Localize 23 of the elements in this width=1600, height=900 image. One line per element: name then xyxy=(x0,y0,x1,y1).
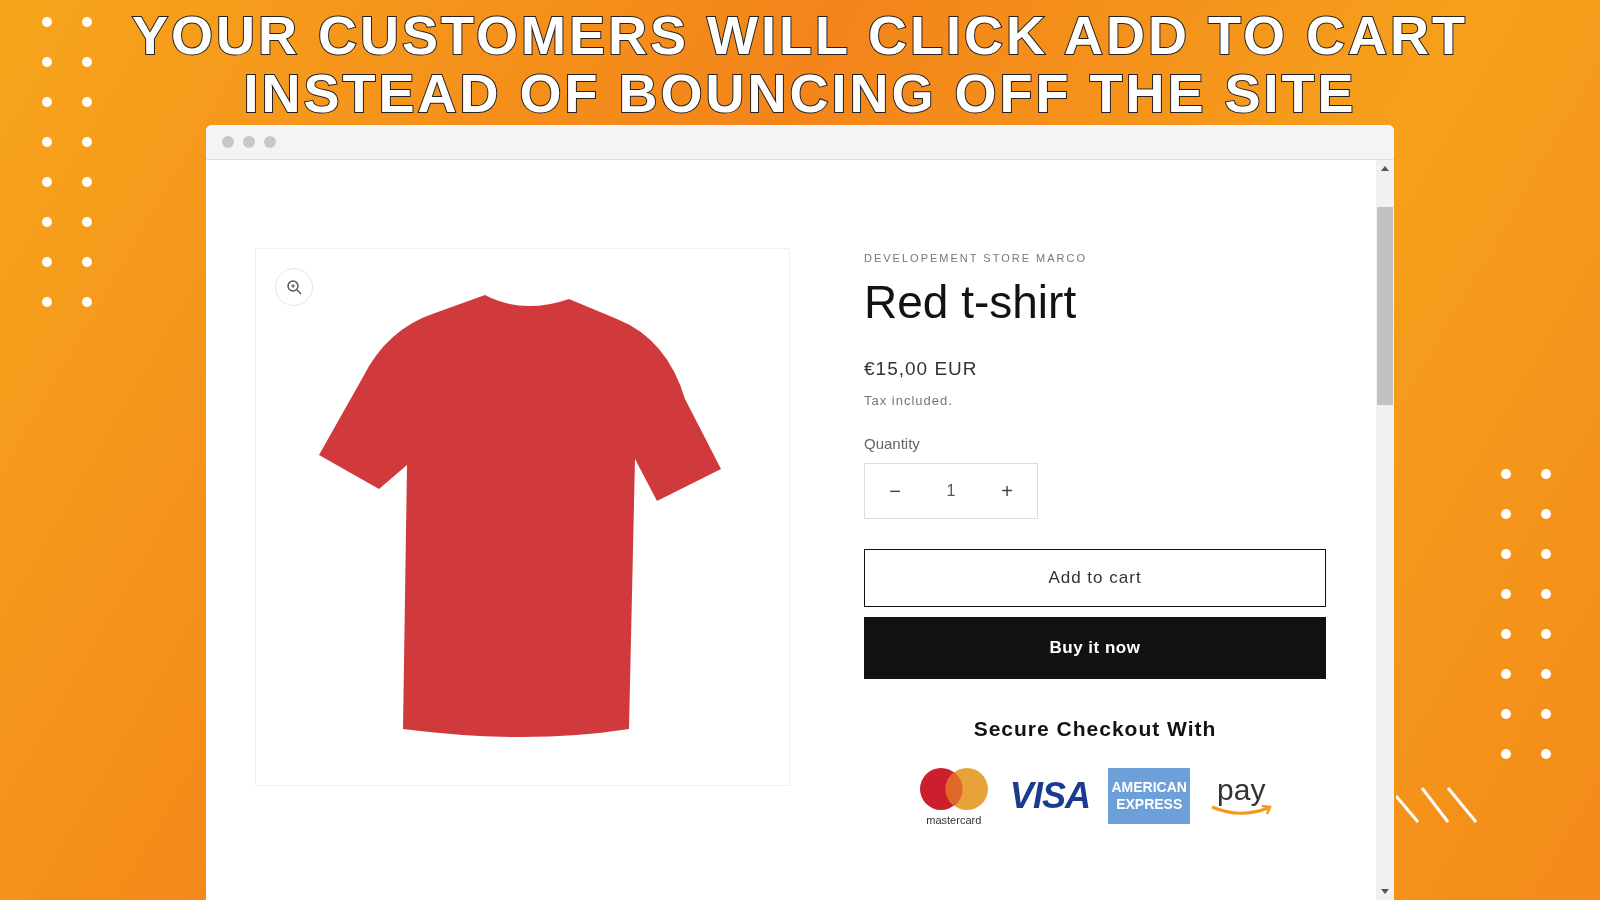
headline: YOUR CUSTOMERS WILL CLICK ADD TO CART xyxy=(132,6,1468,64)
secure-checkout-heading: Secure Checkout With xyxy=(972,716,1218,742)
product-title: Red t-shirt xyxy=(864,278,1078,325)
zoom-button[interactable] xyxy=(275,268,313,306)
quantity-field[interactable]: 1 xyxy=(946,479,956,503)
amazon-pay-logo: pay xyxy=(1208,775,1275,817)
scrollbar[interactable] xyxy=(1376,160,1394,900)
amex-logo: AMERICAN EXPRESS xyxy=(1108,768,1191,824)
scroll-down-icon xyxy=(1381,889,1389,894)
tax-note: Tax included. xyxy=(864,392,954,410)
vendor-name: DEVELOPEMENT STORE MARCO xyxy=(864,251,1089,266)
quantity-label: Quantity xyxy=(864,433,921,454)
decrease-button[interactable]: − xyxy=(885,476,905,506)
add-to-cart-button[interactable]: Add to cart xyxy=(864,549,1326,607)
visa-logo: VISA xyxy=(1009,778,1091,814)
product-price: €15,00 EUR xyxy=(864,356,979,381)
headline: INSTEAD OF BOUNCING OFF THE SITE xyxy=(243,64,1357,122)
zoom-in-icon xyxy=(286,279,302,295)
scrollbar-thumb[interactable] xyxy=(1377,207,1393,405)
mastercard-logo: mastercard xyxy=(915,766,992,826)
scroll-up-icon xyxy=(1381,166,1389,171)
buy-now-button[interactable]: Buy it now xyxy=(864,617,1326,679)
increase-button[interactable]: + xyxy=(997,476,1017,506)
